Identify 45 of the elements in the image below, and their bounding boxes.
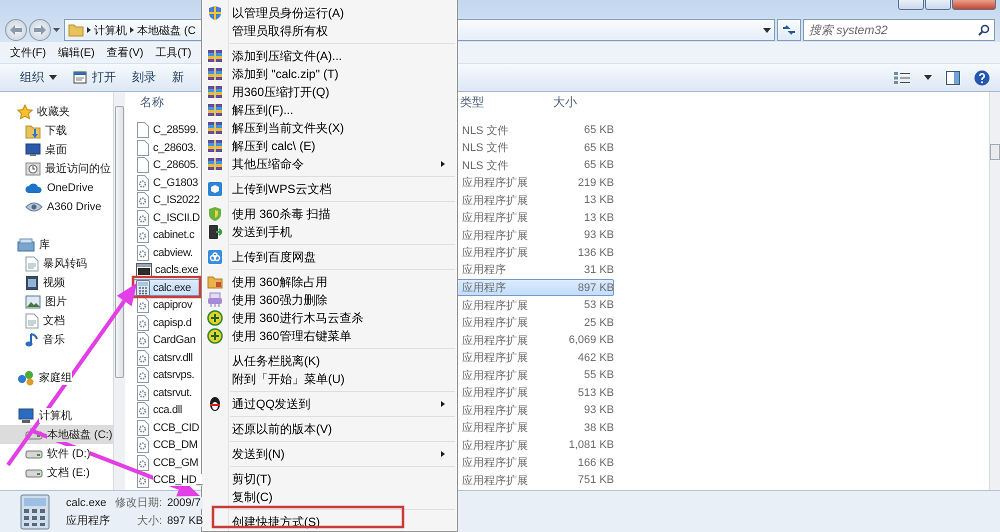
file-size: 31 KB [583, 264, 615, 276]
file-size: 93 KB [583, 229, 615, 241]
file-type: 应用程序扩展 [462, 350, 529, 365]
file-type: 应用程序扩展 [462, 456, 529, 470]
file-size: 65 KB [583, 159, 615, 171]
file-size: 13 KB [583, 194, 615, 206]
file-size: 93 KB [583, 404, 615, 416]
file-size: 13 KB [583, 212, 615, 224]
file-size: 751 KB [576, 474, 615, 486]
file-type: 应用程序扩展 [462, 334, 529, 348]
file-type: 应用程序扩展 [462, 404, 529, 418]
file-size: 897 KB [167, 514, 204, 526]
file-type: 应用程序 [462, 280, 507, 295]
file-type: 应用程序 [66, 513, 110, 528]
file-size: 6,069 KB [568, 334, 615, 346]
file-size: 462 KB [576, 352, 615, 364]
file-size: 25 KB [583, 316, 615, 328]
file-size: 1,081 KB [568, 439, 615, 451]
file-size: 513 KB [576, 386, 615, 398]
file-type: 应用程序扩展 [462, 368, 529, 382]
file-type: 应用程序扩展 [462, 474, 529, 488]
file-type: 应用程序扩展 [462, 316, 529, 330]
file-size: 136 KB [576, 246, 615, 258]
file-type: 应用程序扩展 [462, 386, 529, 400]
file-type: 应用程序扩展 [462, 246, 529, 260]
file-size: 38 KB [583, 422, 615, 434]
file-size: 65 KB [583, 142, 615, 154]
file-type: 应用程序扩展 [462, 420, 529, 435]
file-size: 219 KB [576, 176, 615, 188]
file-type: NLS 文件 [462, 140, 510, 155]
file-size: 65 KB [583, 124, 615, 136]
file-type: 应用程序 [462, 262, 507, 278]
file-type: 应用程序扩展 [462, 298, 529, 312]
file-size: 55 KB [583, 369, 615, 381]
file-type: 应用程序扩展 [462, 210, 529, 225]
file-type: 应用程序扩展 [462, 194, 529, 208]
file-type: NLS 文件 [462, 158, 510, 172]
file-type: 应用程序扩展 [462, 438, 529, 452]
file-type: NLS 文件 [462, 124, 510, 138]
file-type: 应用程序扩展 [462, 228, 529, 242]
file-size: 53 KB [583, 299, 615, 311]
file-size: 166 KB [576, 456, 615, 468]
file-type: 应用程序扩展 [462, 176, 529, 190]
modified-date: 2009/7 [167, 496, 204, 508]
field-label: 修改日期: [115, 495, 162, 510]
